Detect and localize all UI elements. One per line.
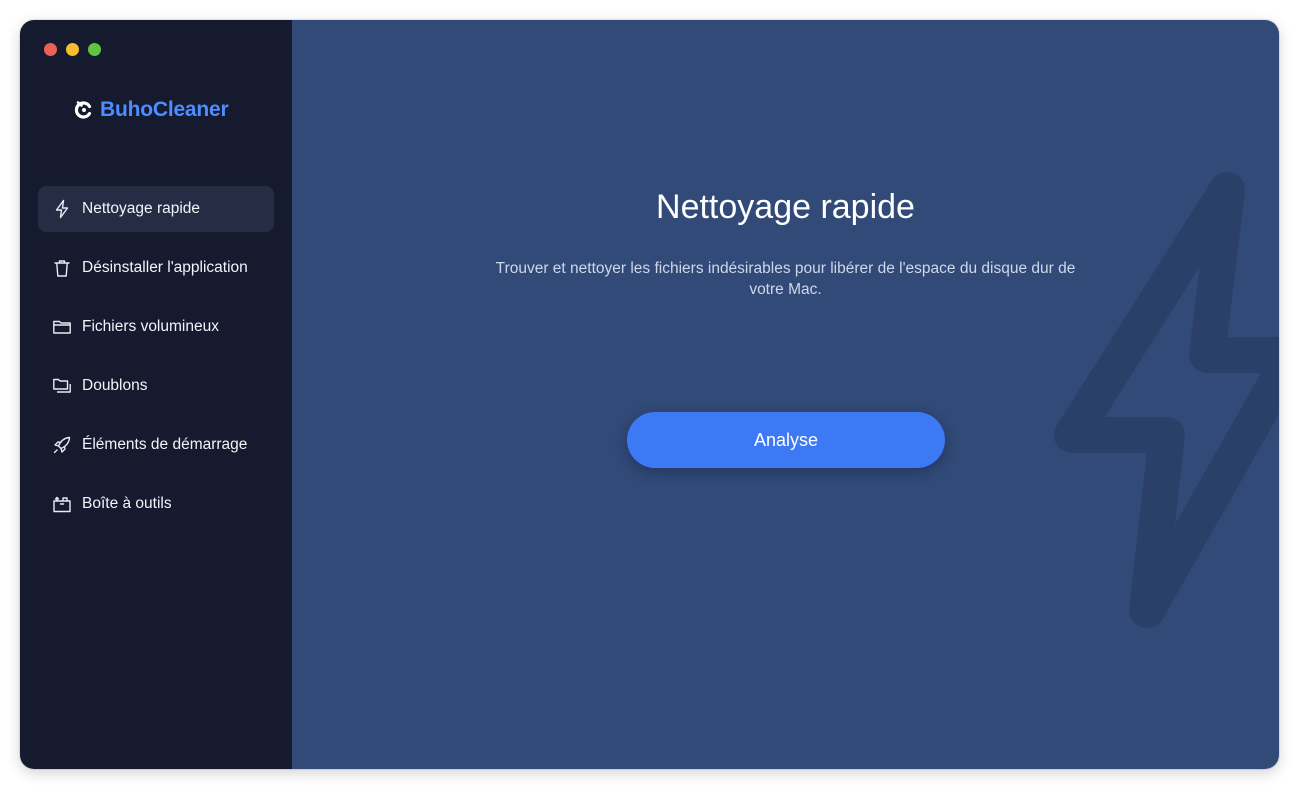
minimize-window-button[interactable]: [66, 43, 79, 56]
page-title: Nettoyage rapide: [656, 188, 915, 226]
app-name: BuhoCleaner: [100, 98, 229, 121]
sidebar-item-label: Doublons: [82, 377, 148, 394]
sidebar-item-label: Boîte à outils: [82, 495, 172, 512]
sidebar-nav: Nettoyage rapide Désinstaller l'applicat…: [38, 186, 274, 540]
toolbox-icon: [52, 494, 72, 514]
sidebar: BuhoCleaner Nettoyage rapide Désinstalle…: [20, 20, 292, 769]
main-panel: Nettoyage rapide Trouver et nettoyer les…: [292, 20, 1279, 769]
sidebar-item-label: Nettoyage rapide: [82, 200, 201, 217]
sidebar-item-doublons[interactable]: Doublons: [38, 363, 274, 409]
sidebar-item-label: Éléments de démarrage: [82, 436, 248, 453]
sidebar-item-boite-a-outils[interactable]: Boîte à outils: [38, 481, 274, 527]
lightning-icon: [52, 199, 72, 219]
close-window-button[interactable]: [44, 43, 57, 56]
rocket-icon: [52, 435, 72, 455]
app-window: BuhoCleaner Nettoyage rapide Désinstalle…: [20, 20, 1279, 769]
lightning-icon: [1054, 172, 1279, 628]
sidebar-item-desinstaller[interactable]: Désinstaller l'application: [38, 245, 274, 291]
maximize-window-button[interactable]: [88, 43, 101, 56]
page-description: Trouver et nettoyer les fichiers indésir…: [495, 260, 1076, 298]
analyse-button[interactable]: Analyse: [627, 412, 945, 468]
sidebar-item-fichiers-volumineux[interactable]: Fichiers volumineux: [38, 304, 274, 350]
folder-icon: [52, 317, 72, 337]
trash-icon: [52, 258, 72, 278]
sidebar-item-elements-demarrage[interactable]: Éléments de démarrage: [38, 422, 274, 468]
sidebar-item-label: Désinstaller l'application: [82, 259, 248, 276]
window-controls: [44, 43, 101, 56]
app-logo: BuhoCleaner: [74, 98, 229, 122]
buho-logo-icon: [74, 101, 92, 119]
sidebar-item-label: Fichiers volumineux: [82, 318, 219, 335]
sidebar-item-nettoyage-rapide[interactable]: Nettoyage rapide: [38, 186, 274, 232]
duplicate-folders-icon: [52, 376, 72, 396]
